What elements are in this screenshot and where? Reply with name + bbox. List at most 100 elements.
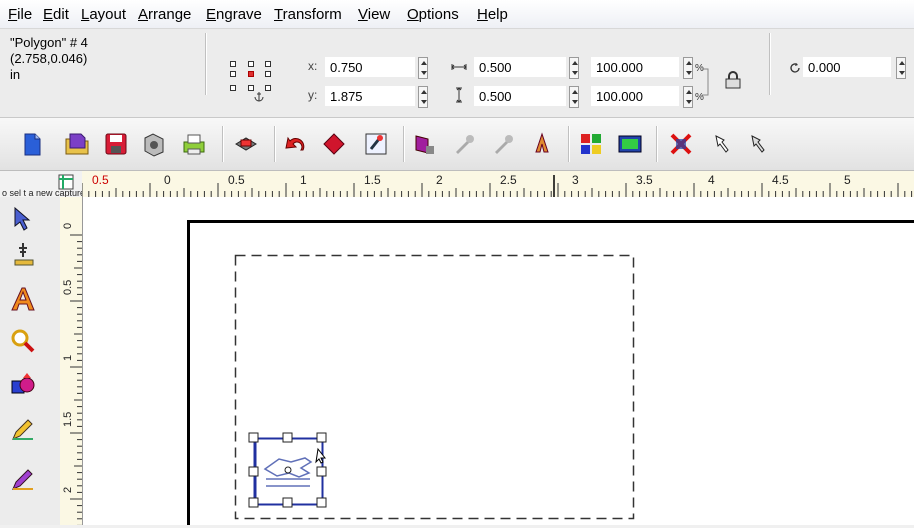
main-toolbar (0, 118, 914, 171)
menu-transform[interactable]: Transform (274, 6, 342, 23)
divider (274, 126, 276, 162)
new-icon[interactable] (18, 130, 46, 158)
scale-x-spinner[interactable] (683, 57, 693, 79)
anchor-dot[interactable] (248, 61, 254, 67)
y-label: y: (308, 88, 317, 102)
ruler-label: 5 (844, 173, 851, 187)
anchor-dot[interactable] (265, 85, 271, 91)
height-spinner[interactable] (569, 86, 579, 108)
zoom-tool-icon[interactable] (9, 327, 37, 355)
ruler-label: 1.5 (62, 412, 74, 427)
ruler-label: 3.5 (636, 173, 653, 187)
y-spinner[interactable] (418, 86, 428, 108)
import-icon[interactable] (140, 130, 168, 158)
select-tool-icon[interactable] (9, 205, 37, 233)
x-spinner[interactable] (418, 57, 428, 79)
rotation-spinner[interactable] (896, 57, 906, 79)
mirror-icon[interactable] (528, 130, 556, 158)
divider (568, 126, 570, 162)
horizontal-ruler[interactable]: 0.500.511.522.533.544.55 (82, 171, 914, 198)
bracket-icon (701, 67, 713, 97)
x-position-field[interactable]: 0.750 (325, 57, 415, 77)
divider (769, 33, 771, 95)
divider (222, 126, 224, 162)
ruler-label: 1 (300, 173, 307, 187)
height-field[interactable]: 0.500 (474, 86, 566, 106)
bezier-tool-icon[interactable] (9, 465, 37, 493)
lock-ratio-icon[interactable] (723, 70, 743, 90)
horizontal-ruler-ticks: 0.500.511.522.533.544.55 (82, 171, 914, 197)
vertical-ruler-ticks: 00.511.52 (60, 197, 82, 525)
zoom-icon[interactable] (362, 130, 390, 158)
divider (205, 33, 207, 95)
align-icon[interactable] (450, 130, 478, 158)
menu-arrange[interactable]: Arrange (138, 6, 191, 23)
menu-bar: File Edit Layout Arrange Engrave Transfo… (0, 0, 914, 29)
ruler-label: 4 (708, 173, 715, 187)
width-spinner[interactable] (569, 57, 579, 79)
scale-x-field[interactable]: 100.000 (591, 57, 679, 77)
drawing-canvas[interactable] (83, 197, 914, 525)
divider (656, 126, 658, 162)
menu-view[interactable]: View (358, 6, 390, 23)
scale-y-field[interactable]: 100.000 (591, 86, 679, 106)
engrave-tool-icon[interactable] (9, 240, 37, 268)
undo-icon[interactable] (281, 130, 309, 158)
save-icon[interactable] (102, 130, 130, 158)
anchor-dot[interactable] (265, 71, 271, 77)
pencil-tool-icon[interactable] (9, 415, 37, 443)
selection-handles[interactable] (249, 433, 326, 507)
ruler-label: 2 (436, 173, 443, 187)
redo-icon[interactable] (320, 130, 348, 158)
ruler-label: 3 (572, 173, 579, 187)
distribute-icon[interactable] (489, 130, 517, 158)
object-coords: (2.758,0.046) (10, 51, 87, 66)
x-label: x: (308, 59, 317, 73)
menu-engrave[interactable]: Engrave (206, 6, 262, 23)
menu-help[interactable]: Help (477, 6, 508, 23)
ruler-label: 1 (62, 355, 74, 361)
anchor-dot[interactable] (230, 61, 236, 67)
y-position-field[interactable]: 1.875 (325, 86, 415, 106)
pen-icon[interactable] (746, 130, 774, 158)
ruler-label: 0.5 (92, 173, 109, 187)
ruler-label: 2.5 (500, 173, 517, 187)
width-icon (451, 62, 467, 72)
group-icon[interactable] (577, 130, 605, 158)
ruler-label: 4.5 (772, 173, 789, 187)
print-icon[interactable] (180, 130, 208, 158)
vertical-ruler[interactable]: 00.511.52 (60, 197, 83, 525)
ruler-label: 0.5 (62, 280, 74, 295)
arrange-icon[interactable] (410, 130, 438, 158)
property-bar: "Polygon" # 4 (2.758,0.046) in x: 0.750 … (0, 29, 914, 118)
divider (403, 126, 405, 162)
ungroup-icon[interactable] (616, 130, 644, 158)
rotation-field[interactable]: 0.000 (803, 57, 891, 77)
object-name: "Polygon" # 4 (10, 35, 88, 50)
text-tool-icon[interactable] (9, 285, 37, 313)
node-edit-icon[interactable] (710, 130, 738, 158)
delete-icon[interactable] (667, 130, 695, 158)
mouse-cursor-icon (316, 449, 325, 463)
anchor-dot[interactable] (230, 71, 236, 77)
ruler-label: 0.5 (228, 173, 245, 187)
ruler-label: 1.5 (364, 173, 381, 187)
height-icon (454, 87, 464, 103)
canvas-drawing (83, 197, 914, 525)
menu-file[interactable]: File (8, 6, 32, 23)
engrave-icon[interactable] (232, 130, 260, 158)
width-field[interactable]: 0.500 (474, 57, 566, 77)
anchor-dot[interactable] (265, 61, 271, 67)
shape-tool-icon[interactable] (9, 372, 37, 400)
anchor-dot[interactable] (230, 85, 236, 91)
menu-layout[interactable]: Layout (81, 6, 126, 23)
menu-options[interactable]: Options (407, 6, 459, 23)
rotate-icon (789, 62, 801, 74)
tool-box (0, 197, 61, 525)
menu-edit[interactable]: Edit (43, 6, 69, 23)
units-label: in (10, 67, 20, 82)
anchor-dot-selected[interactable] (248, 71, 254, 77)
scale-y-spinner[interactable] (683, 86, 693, 108)
ruler-label: 0 (62, 223, 74, 229)
open-icon[interactable] (63, 130, 91, 158)
